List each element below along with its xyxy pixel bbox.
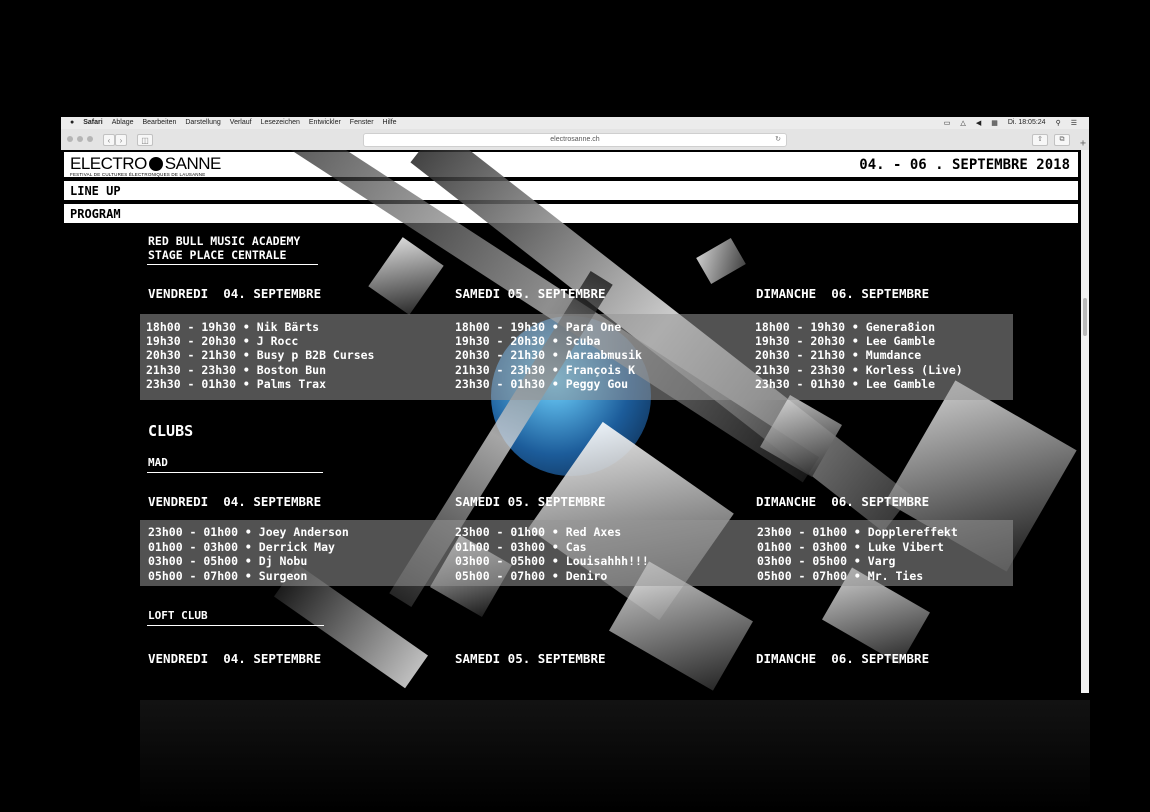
scrollbar-thumb[interactable] [1083, 298, 1087, 336]
day-heading-fri: VENDREDI 04. SEPTEMBRE [148, 286, 322, 301]
mad-slot-sat-3: 03h00 - 05h00 • Louisahhh!!! [455, 554, 649, 568]
chevron-right-icon: › [119, 135, 123, 145]
menu-bar: ● Safari Ablage Bearbeiten Darstellung V… [61, 117, 1089, 129]
loft-underline [147, 625, 324, 626]
logo-subtitle: FESTIVAL DE CULTURES ÉLECTRONIQUES DE LA… [70, 172, 206, 177]
stage-title-line2: STAGE PLACE CENTRALE [148, 248, 287, 262]
mad-slot-fri-2: 01h00 - 03h00 • Derrick May [148, 540, 335, 554]
mad-slot-fri-3: 03h00 - 05h00 • Dj Nobu [148, 554, 308, 568]
slot-sat-4: 21h30 - 23h30 • François K [455, 363, 636, 377]
slot-sat-5: 23h30 - 01h30 • Peggy Gou [455, 377, 629, 391]
keyboard-icon[interactable]: ▦ [991, 119, 998, 127]
sidebar-button[interactable]: ◫ [137, 134, 153, 146]
clubs-heading: CLUBS [148, 422, 194, 440]
address-bar[interactable]: electrosanne.ch ↻ [363, 133, 787, 147]
mad-slot-sun-4: 05h00 - 07h00 • Mr. Ties [757, 569, 924, 583]
mad-slot-sun-2: 01h00 - 03h00 • Luke Vibert [757, 540, 944, 554]
share-button[interactable]: ⇧ [1032, 134, 1048, 146]
reload-icon[interactable]: ↻ [775, 134, 781, 146]
plus-icon: + [1079, 138, 1087, 149]
mad-day-heading-sat: SAMEDI 05. SEPTEMBRE [455, 494, 606, 509]
menu-entwickler[interactable]: Entwickler [309, 119, 341, 126]
mad-day-heading-fri: VENDREDI 04. SEPTEMBRE [148, 494, 322, 509]
block-graphic [368, 237, 444, 315]
slot-sat-2: 19h30 - 20h30 • Scuba [455, 334, 601, 348]
loft-day-heading-sat: SAMEDI 05. SEPTEMBRE [455, 651, 606, 666]
mad-underline [147, 472, 323, 473]
mad-day-heading-sun: DIMANCHE 06. SEPTEMBRE [756, 494, 930, 509]
slot-sat-3: 20h30 - 21h30 • Aaraabmusik [455, 348, 642, 362]
minimize-button[interactable] [77, 136, 83, 142]
mad-slot-sun-1: 23h00 - 01h00 • Dopplereffekt [757, 525, 958, 539]
airplay-icon[interactable]: △ [960, 119, 965, 127]
stage-title-line1: RED BULL MUSIC ACADEMY [148, 234, 301, 248]
slot-sun-2: 19h30 - 20h30 • Lee Gamble [755, 334, 936, 348]
close-button[interactable] [67, 136, 73, 142]
club-loft-title: LOFT CLUB [148, 609, 208, 622]
logo-left: ELECTRO [70, 154, 147, 173]
mad-slot-sun-3: 03h00 - 05h00 • Varg [757, 554, 896, 568]
back-button[interactable]: ‹ [103, 134, 115, 146]
tabs-icon: ⧉ [1059, 136, 1065, 143]
web-page: ELECTRO SANNE FESTIVAL DE CULTURES ÉLECT… [61, 150, 1081, 693]
loft-day-heading-fri: VENDREDI 04. SEPTEMBRE [148, 651, 322, 666]
club-mad-title: MAD [148, 456, 168, 469]
mad-slot-fri-1: 23h00 - 01h00 • Joey Anderson [148, 525, 349, 539]
menu-darstellung[interactable]: Darstellung [185, 119, 220, 126]
menu-fenster[interactable]: Fenster [350, 119, 374, 126]
list-icon[interactable]: ☰ [1071, 119, 1077, 127]
page-scrollbar[interactable] [1081, 150, 1089, 693]
stage-underline [147, 264, 318, 265]
window-controls [67, 136, 93, 142]
festival-dates: 04. - 06 . SEPTEMBRE 2018 [859, 157, 1070, 173]
mad-slot-sat-4: 05h00 - 07h00 • Deniro [455, 569, 608, 583]
sidebar-icon: ◫ [141, 135, 149, 145]
program-content: RED BULL MUSIC ACADEMY STAGE PLACE CENTR… [61, 150, 1081, 693]
menu-hilfe[interactable]: Hilfe [383, 119, 397, 126]
slot-sun-3: 20h30 - 21h30 • Mumdance [755, 348, 922, 362]
display-icon[interactable]: ▭ [944, 119, 951, 127]
mad-slot-sat-2: 01h00 - 03h00 • Cas [455, 540, 587, 554]
nav-lineup[interactable]: LINE UP [62, 179, 1080, 202]
screen-reflection [140, 700, 1090, 810]
menu-lesezeichen[interactable]: Lesezeichen [261, 119, 300, 126]
site-logo[interactable]: ELECTRO SANNE FESTIVAL DE CULTURES ÉLECT… [70, 155, 221, 177]
browser-window: ● Safari Ablage Bearbeiten Darstellung V… [61, 117, 1089, 693]
share-icon: ⇧ [1037, 136, 1043, 143]
slot-fri-1: 18h00 - 19h30 • Nik Bärts [146, 320, 320, 334]
menu-ablage[interactable]: Ablage [112, 119, 134, 126]
volume-icon[interactable]: ◀ [976, 119, 981, 127]
day-heading-sun: DIMANCHE 06. SEPTEMBRE [756, 286, 930, 301]
menu-app[interactable]: Safari [83, 119, 102, 126]
nav-program[interactable]: PROGRAM [62, 202, 1080, 225]
menu-bearbeiten[interactable]: Bearbeiten [143, 119, 177, 126]
menu-clock[interactable]: Di. 18:05:24 [1008, 119, 1046, 127]
block-graphic [696, 238, 746, 284]
menu-verlauf[interactable]: Verlauf [230, 119, 252, 126]
slot-sun-5: 23h30 - 01h30 • Lee Gamble [755, 377, 936, 391]
site-header: ELECTRO SANNE FESTIVAL DE CULTURES ÉLECT… [62, 150, 1080, 179]
slot-fri-4: 21h30 - 23h30 • Boston Bun [146, 363, 327, 377]
mad-slot-fri-4: 05h00 - 07h00 • Surgeon [148, 569, 308, 583]
search-icon[interactable]: ⚲ [1056, 119, 1061, 127]
zoom-button[interactable] [87, 136, 93, 142]
browser-toolbar: ‹ › ◫ electrosanne.ch ↻ ⇧ ⧉ [61, 129, 1089, 151]
forward-button[interactable]: › [115, 134, 127, 146]
day-heading-sat: SAMEDI 05. SEPTEMBRE [455, 286, 606, 301]
mad-slot-sat-1: 23h00 - 01h00 • Red Axes [455, 525, 622, 539]
url-text: electrosanne.ch [550, 136, 600, 143]
logo-right: SANNE [164, 154, 222, 173]
slot-fri-2: 19h30 - 20h30 • J Rocc [146, 334, 299, 348]
slot-fri-5: 23h30 - 01h30 • Palms Trax [146, 377, 327, 391]
tabs-button[interactable]: ⧉ [1054, 134, 1070, 146]
loft-day-heading-sun: DIMANCHE 06. SEPTEMBRE [756, 651, 930, 666]
apple-icon[interactable]: ● [70, 119, 74, 126]
chevron-left-icon: ‹ [107, 135, 111, 145]
slot-fri-3: 20h30 - 21h30 • Busy p B2B Curses [146, 348, 375, 362]
slot-sat-1: 18h00 - 19h30 • Para One [455, 320, 622, 334]
slot-sun-4: 21h30 - 23h30 • Korless (Live) [755, 363, 963, 377]
logo-dot-icon [148, 156, 163, 171]
slot-sun-1: 18h00 - 19h30 • Genera8ion [755, 320, 936, 334]
new-tab-button[interactable]: + [1077, 138, 1089, 150]
